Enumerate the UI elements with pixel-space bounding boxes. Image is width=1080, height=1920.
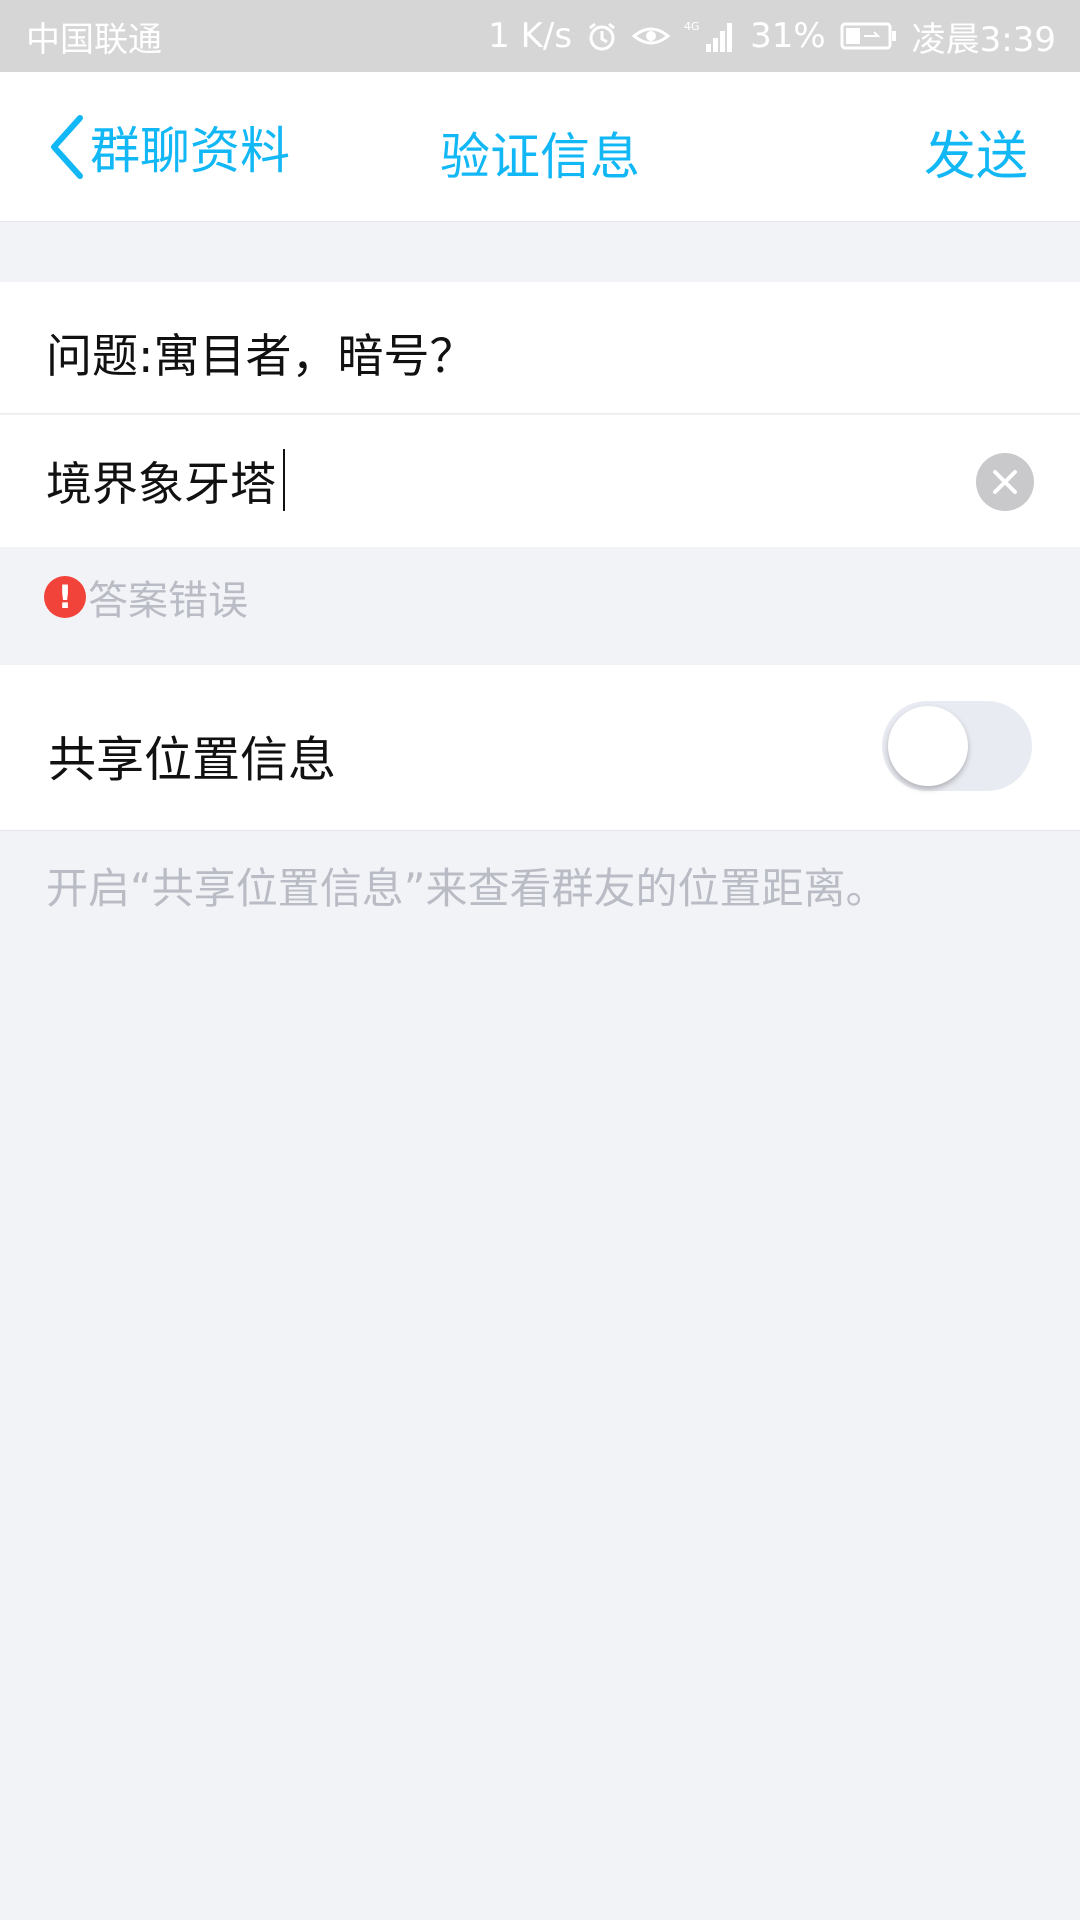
text-caret [283, 449, 285, 511]
question-row: 问题:寓目者，暗号？ [0, 282, 1080, 414]
error-text: 答案错误 [88, 578, 248, 624]
share-location-label: 共享位置信息 [48, 732, 337, 788]
battery-percent: 31% [750, 16, 826, 56]
question-text: 问题:寓目者，暗号？ [46, 329, 476, 383]
signal-icon: 4G [684, 18, 736, 54]
svg-text:4G: 4G [684, 20, 700, 33]
network-speed: 1 K/s [488, 16, 573, 56]
send-button[interactable]: 发送 [924, 114, 1028, 189]
share-location-row: 共享位置信息 [0, 665, 1080, 831]
carrier-label: 中国联通 [26, 19, 162, 60]
eye-icon [632, 22, 671, 50]
back-button[interactable]: 群聊资料 [46, 112, 290, 182]
answer-row [0, 415, 1080, 547]
clock: 凌晨3:39 [911, 19, 1056, 60]
status-bar: 中国联通 1 K/s 4G 31% 凌晨3:39 [0, 0, 1080, 72]
share-location-hint: 开启“共享位置信息”来查看群友的位置距离。 [46, 864, 888, 913]
close-icon [993, 470, 1017, 494]
error-message: ! 答案错误 [44, 568, 248, 626]
answer-input[interactable] [46, 451, 946, 511]
error-icon: ! [44, 576, 86, 618]
chevron-left-icon [51, 115, 83, 179]
toggle-knob [888, 706, 968, 786]
alarm-icon [586, 20, 618, 52]
clear-input-button[interactable] [976, 453, 1034, 511]
nav-bar: 群聊资料 验证信息 发送 [0, 72, 1080, 222]
status-icons: 1 K/s 4G 31% 凌晨3:39 [488, 12, 1056, 61]
battery-icon [840, 21, 898, 51]
back-label: 群聊资料 [90, 122, 290, 180]
share-location-toggle[interactable] [882, 701, 1032, 791]
